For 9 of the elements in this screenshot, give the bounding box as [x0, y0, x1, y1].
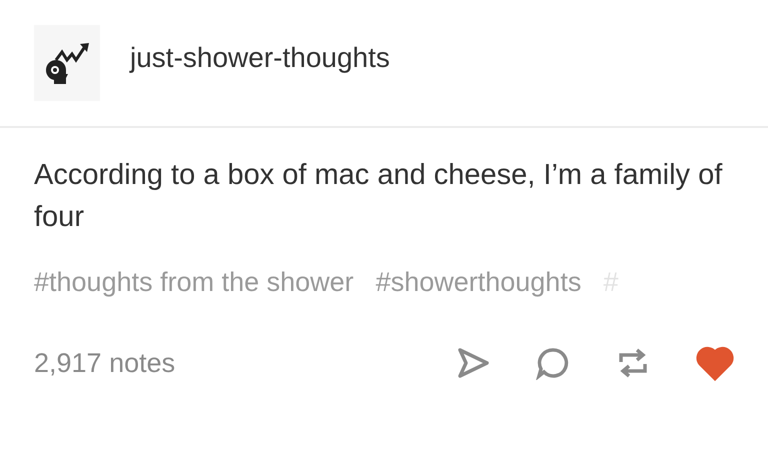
tag-link[interactable]: #showerthoughts: [376, 262, 582, 302]
notes-count[interactable]: 2,917 notes: [34, 342, 176, 383]
heart-icon[interactable]: [696, 344, 734, 381]
post-text: According to a box of mac and cheese, I’m a family of four: [34, 158, 724, 235]
tag-link[interactable]: #thoughts from the shower: [34, 262, 354, 302]
reply-icon[interactable]: [536, 346, 570, 380]
send-icon[interactable]: [456, 346, 490, 380]
blog-name[interactable]: just-shower-thoughts: [130, 37, 390, 79]
blog-avatar[interactable]: [34, 25, 100, 101]
